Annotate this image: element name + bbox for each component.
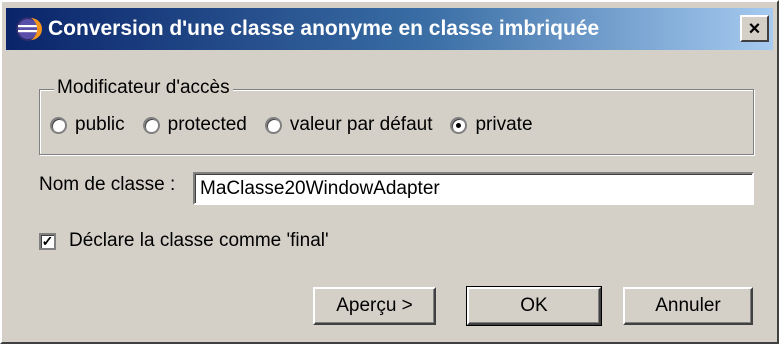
preview-button[interactable]: Aperçu > [313,287,436,325]
radio-label-private: private [475,114,533,135]
radio-label-public: public [75,114,125,135]
radio-protected[interactable]: protected [142,114,247,136]
access-modifier-legend: Modificateur d'accès [54,77,233,99]
checkbox-checked-icon[interactable]: ✓ [39,232,56,250]
access-radio-row: public protected valeur par défaut priva… [50,114,551,136]
access-modifier-group: Modificateur d'accès public protected va… [39,77,754,155]
radio-button-icon[interactable] [142,116,160,134]
radio-default[interactable]: valeur par défaut [264,114,433,136]
radio-button-checked-icon[interactable] [450,116,468,134]
window-title: Conversion d'une classe anonyme en class… [48,17,600,40]
eclipse-icon [16,17,42,41]
ok-button[interactable]: OK [466,286,602,326]
final-checkbox-label: Déclare la classe comme 'final' [69,230,329,251]
radio-button-icon[interactable] [264,116,282,134]
title-bar[interactable]: Conversion d'une classe anonyme en class… [6,8,773,50]
radio-label-protected: protected [167,114,247,135]
radio-public[interactable]: public [50,114,125,136]
close-button[interactable]: × [740,15,769,42]
radio-label-default: valeur par défaut [289,114,433,135]
class-name-label: Nom de classe : [39,174,176,195]
final-checkbox-row[interactable]: ✓ Déclare la classe comme 'final' [39,230,329,252]
radio-private[interactable]: private [450,114,533,136]
radio-button-icon[interactable] [50,116,67,134]
dialog-window: Conversion d'une classe anonyme en class… [0,0,779,344]
class-name-row: Nom de classe : [39,174,175,196]
class-name-input[interactable] [193,172,754,205]
cancel-button[interactable]: Annuler [623,287,753,325]
